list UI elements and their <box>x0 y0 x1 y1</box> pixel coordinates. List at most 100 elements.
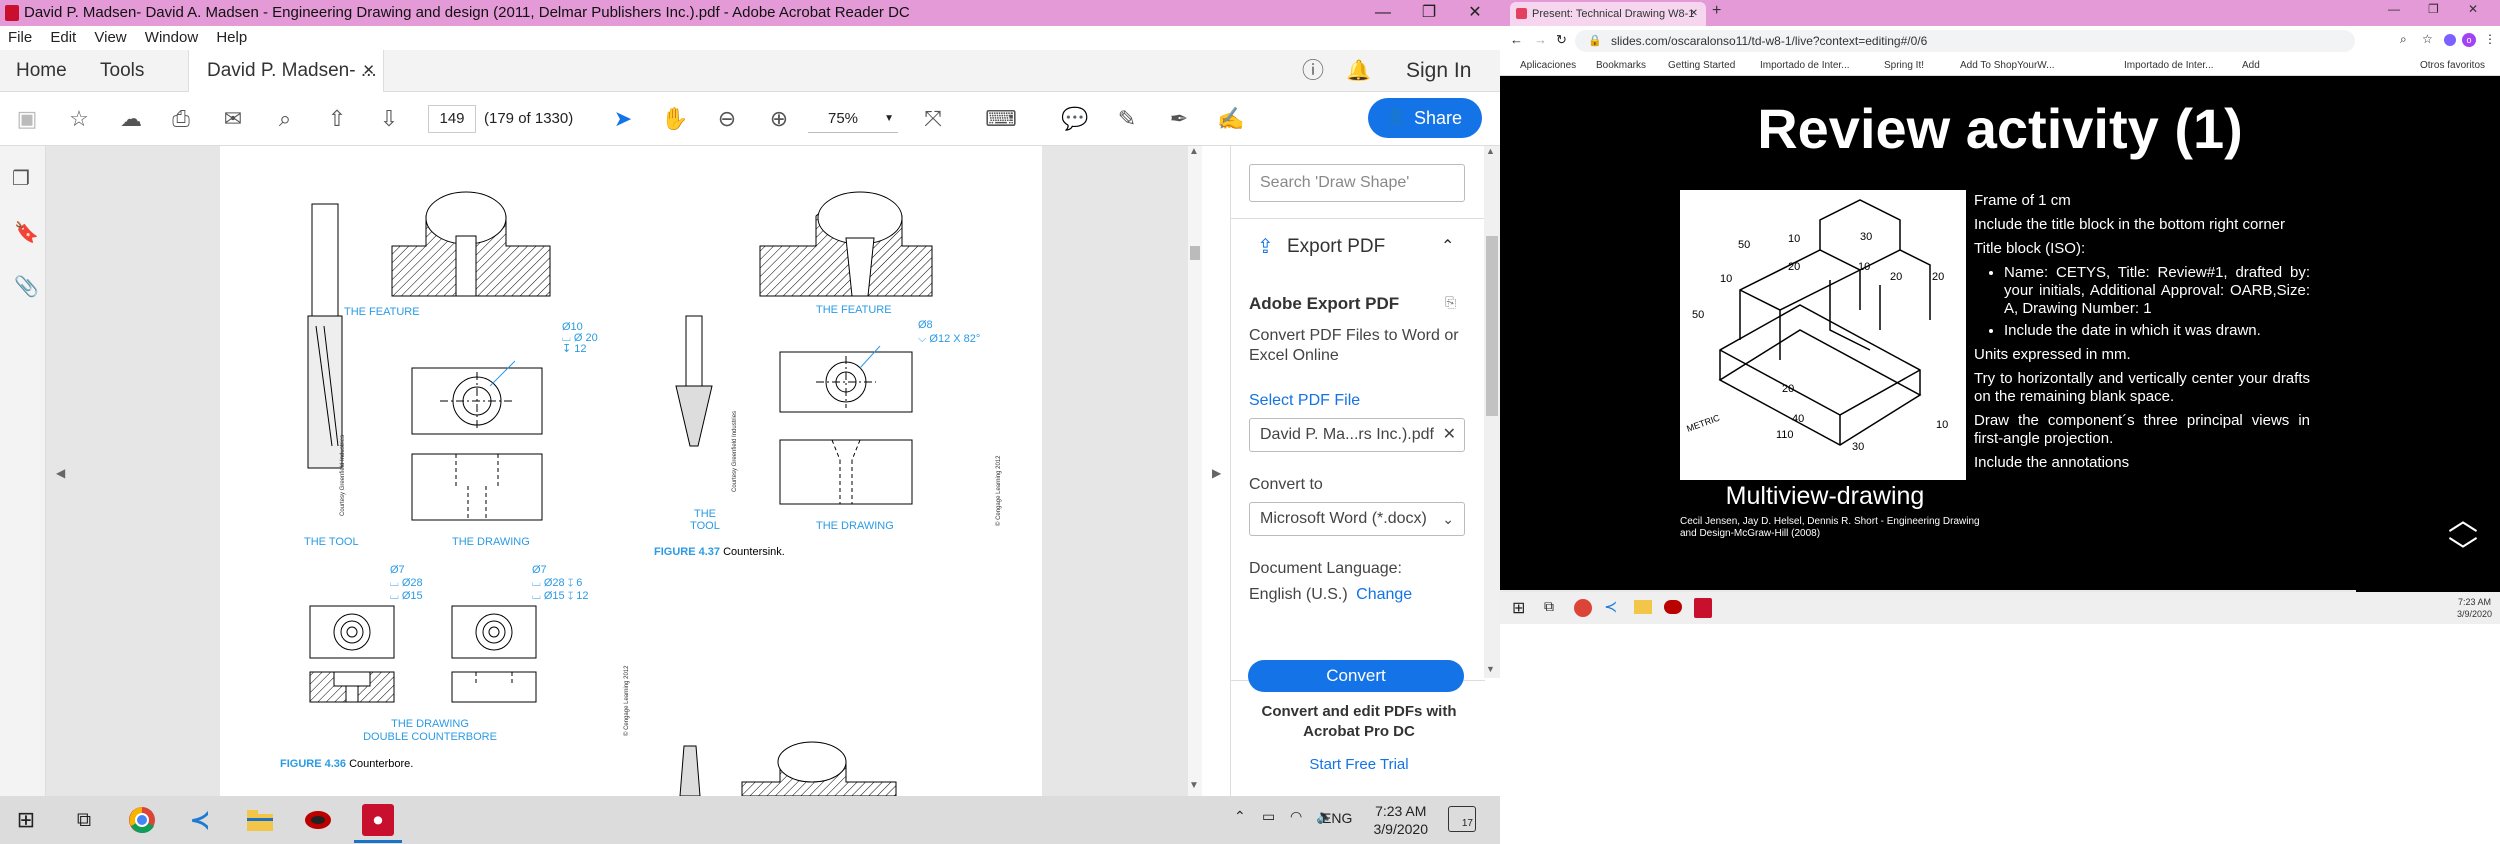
change-language-link[interactable]: Change <box>1356 586 1412 603</box>
chrome-menu-icon[interactable]: ⋮ <box>2484 32 2496 46</box>
minimize-button[interactable]: — <box>1360 0 1406 26</box>
notification-bell-icon[interactable]: 🔔 <box>1346 50 1371 92</box>
game-app-icon[interactable] <box>302 804 334 836</box>
keyboard-scroll-icon[interactable]: ⌨ <box>985 106 1017 132</box>
menu-edit[interactable]: Edit <box>50 29 76 46</box>
convert-button[interactable]: Convert <box>1248 660 1464 692</box>
select-pdf-link[interactable]: Select PDF File <box>1249 392 1360 410</box>
slide-nav-up-icon[interactable]: ︿ <box>2448 506 2478 536</box>
page-down-icon[interactable]: ⇩ <box>376 106 402 132</box>
acrobat-taskbar-icon[interactable]: ⏺ <box>362 804 394 836</box>
tab-home[interactable]: Home <box>16 50 67 92</box>
hand-tool-icon[interactable]: ✋ <box>661 106 688 132</box>
tab-document[interactable]: David P. Madsen- ... ✕ <box>188 50 384 92</box>
bookmark-bookmarks[interactable]: Bookmarks <box>1596 56 1646 76</box>
bookmark-getting-started[interactable]: Getting Started <box>1668 56 1735 76</box>
email-icon[interactable]: ✉ <box>220 106 246 132</box>
bookmark-spring-it[interactable]: Spring It! <box>1884 56 1924 76</box>
scroll-up-icon[interactable]: ▲ <box>1486 146 1495 156</box>
page-up-icon[interactable]: ⇧ <box>324 106 350 132</box>
pages-thumbnail-icon[interactable]: ❐ <box>12 166 30 191</box>
tab-close-icon[interactable]: ✕ <box>1690 2 1698 26</box>
panel-scrollbar[interactable]: ▲ ▼ <box>1484 146 1500 678</box>
menu-view[interactable]: View <box>94 29 126 46</box>
secure-lock-icon[interactable]: 🔒 <box>1588 34 1602 47</box>
save-icon[interactable]: ▣ <box>14 106 40 132</box>
tray-chevron-icon[interactable]: ⌃ <box>1234 808 1246 825</box>
menu-window[interactable]: Window <box>145 29 198 46</box>
tab-close-icon[interactable]: ✕ <box>362 50 375 92</box>
profile-avatar[interactable]: o <box>2462 33 2476 47</box>
clear-file-icon[interactable]: ✕ <box>1443 419 1456 451</box>
scroll-down-icon[interactable]: ▼ <box>1189 780 1199 791</box>
attachments-icon[interactable]: 📎 <box>14 274 39 299</box>
windows-start-icon[interactable]: ⊞ <box>10 804 42 836</box>
tools-search-input[interactable]: Search 'Draw Shape' <box>1249 164 1465 202</box>
chrome-icon[interactable] <box>126 804 158 836</box>
chrome-restore-button[interactable]: ❐ <box>2428 2 2439 16</box>
vscode-icon[interactable]: ≺ <box>184 804 216 836</box>
bookmark-add[interactable]: Add <box>2242 56 2260 76</box>
document-scrollbar[interactable]: ▲ ▼ <box>1188 146 1202 796</box>
bookmarks-icon[interactable]: 🔖 <box>14 220 39 245</box>
select-cursor-icon[interactable]: ➤ <box>610 106 636 132</box>
fill-sign-icon[interactable]: ✍ <box>1217 106 1244 132</box>
chrome-close-button[interactable]: ✕ <box>2468 2 2478 16</box>
action-center-icon[interactable]: 17 <box>1448 806 1476 832</box>
bookmark-star-icon[interactable]: ☆ <box>2422 32 2433 46</box>
page-number-input[interactable]: 149 <box>428 105 476 133</box>
address-bar[interactable]: slides.com/oscaralonso11/td-w8-1/live?co… <box>1575 30 2355 52</box>
sign-in-link[interactable]: Sign In <box>1406 50 1471 92</box>
share-button[interactable]: 👤 Share <box>1368 98 1482 138</box>
chevron-up-icon[interactable]: ⌃ <box>1441 236 1454 256</box>
scroll-down-icon[interactable]: ▼ <box>1486 664 1495 674</box>
reload-icon[interactable]: ↻ <box>1556 32 1567 48</box>
menu-file[interactable]: File <box>8 29 32 46</box>
bookmark-other[interactable]: Otros favoritos <box>2420 56 2485 76</box>
back-icon[interactable]: ← <box>1510 32 1523 47</box>
comment-icon[interactable]: 💬 <box>1061 106 1088 132</box>
format-select[interactable]: Microsoft Word (*.docx) ⌄ <box>1249 502 1465 536</box>
bookmark-apps[interactable]: Aplicaciones <box>1520 56 1576 76</box>
chrome-minimize-button[interactable]: — <box>2388 2 2400 16</box>
zoom-in-icon[interactable]: ⊕ <box>766 106 792 132</box>
next-page-arrow-icon[interactable]: ▶ <box>1212 466 1221 480</box>
highlight-pen-icon[interactable]: ✎ <box>1114 106 1140 132</box>
chrome-tab-active[interactable]: Present: Technical Drawing W8-1 ✕ <box>1510 2 1706 26</box>
export-pdf-header[interactable]: Export PDF <box>1287 236 1385 258</box>
menu-help[interactable]: Help <box>216 29 247 46</box>
prev-page-arrow-icon[interactable]: ◀ <box>56 466 65 480</box>
zoom-out-icon[interactable]: ⊖ <box>714 106 740 132</box>
tab-tools[interactable]: Tools <box>100 50 144 92</box>
draw-icon[interactable]: ✒ <box>1166 106 1192 132</box>
restore-button[interactable]: ❐ <box>1406 0 1452 26</box>
search-icon[interactable]: ⌕ <box>272 106 298 132</box>
zoom-icon[interactable]: ⌕ <box>2400 32 2407 47</box>
bookmark-importado-2[interactable]: Importado de Inter... <box>2124 56 2214 76</box>
scroll-up-icon[interactable]: ▲ <box>1189 146 1199 157</box>
file-explorer-icon[interactable] <box>244 804 276 836</box>
wifi-icon[interactable]: ◠ <box>1290 808 1302 825</box>
dim-cs-2: ⌵ Ø12 X 82° <box>918 333 981 345</box>
selected-file-field[interactable]: David P. Ma...rs Inc.).pdf ✕ <box>1249 418 1465 452</box>
free-trial-link[interactable]: Start Free Trial <box>1249 756 1469 773</box>
forward-icon[interactable]: → <box>1534 32 1547 47</box>
bookmark-star-icon[interactable]: ☆ <box>66 106 92 132</box>
page-fit-icon[interactable]: ⤧ <box>920 106 946 132</box>
slide-nav-down-icon[interactable]: ﹀ <box>2448 538 2478 568</box>
bookmark-shopyourw[interactable]: Add To ShopYourW... <box>1960 56 2055 76</box>
slide-para-6: Draw the component´s three principal vie… <box>1974 412 2310 447</box>
new-tab-icon[interactable]: + <box>1712 2 1721 20</box>
upload-cloud-icon[interactable]: ☁ <box>118 106 144 132</box>
print-icon[interactable]: ⎙ <box>168 106 194 132</box>
help-icon[interactable]: ⓘ <box>1302 50 1324 92</box>
zoom-select[interactable]: 75% ▼ <box>808 105 898 133</box>
close-button[interactable]: ✕ <box>1452 0 1498 26</box>
task-view-icon[interactable]: ⧉ <box>68 804 100 836</box>
extension-icon[interactable] <box>2444 34 2456 46</box>
scroll-thumb[interactable] <box>1190 246 1200 260</box>
bookmark-importado-1[interactable]: Importado de Inter... <box>1760 56 1850 76</box>
scroll-thumb[interactable] <box>1486 236 1498 416</box>
info-icon[interactable]: ⎘ <box>1445 294 1456 311</box>
system-clock[interactable]: 7:23 AM 3/9/2020 <box>1374 802 1429 838</box>
